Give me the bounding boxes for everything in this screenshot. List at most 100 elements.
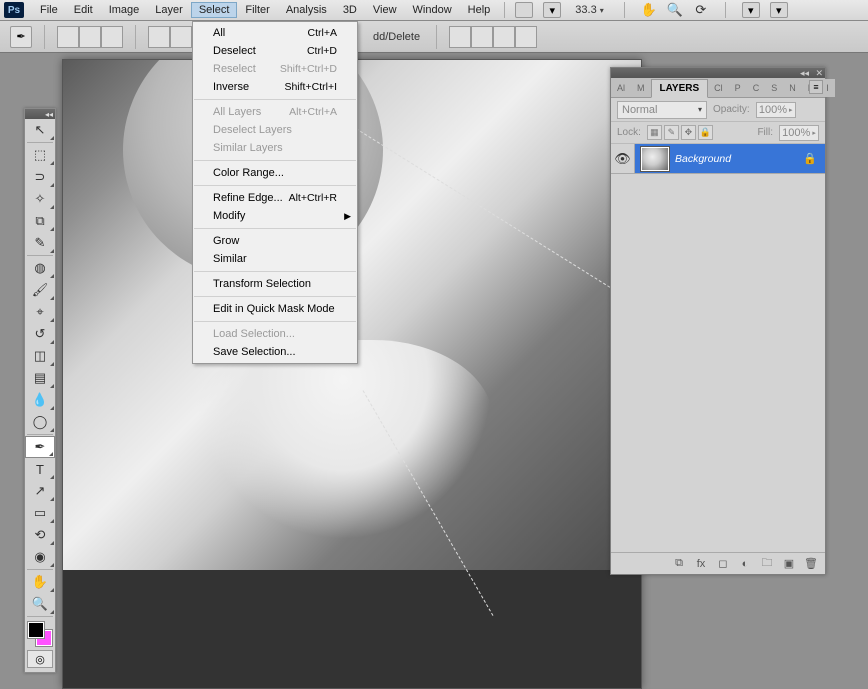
zoom-level[interactable]: 33.3 xyxy=(575,4,596,16)
opacity-value[interactable]: 100%▸ xyxy=(756,102,796,118)
menu-item-save-selection[interactable]: Save Selection... xyxy=(193,343,357,361)
menu-filter[interactable]: Filter xyxy=(237,2,277,18)
shape-layers-btn[interactable] xyxy=(57,26,79,48)
adjustment-layer-icon[interactable]: ◐ xyxy=(737,557,753,571)
delete-layer-icon[interactable]: 🗑 xyxy=(803,557,819,571)
foreground-color-swatch[interactable] xyxy=(28,622,44,638)
fill-value[interactable]: 100%▸ xyxy=(779,125,819,141)
layer-mask-icon[interactable]: ◻ xyxy=(715,557,731,571)
menu-3d[interactable]: 3D xyxy=(335,2,365,18)
menu-help[interactable]: Help xyxy=(460,2,499,18)
tool-rectangle[interactable]: ▭ xyxy=(25,502,55,524)
layer-style-icon[interactable]: fx xyxy=(693,557,709,571)
tool-move[interactable]: ↖ xyxy=(25,119,55,141)
tool-dodge[interactable]: ◯ xyxy=(25,411,55,433)
menu-file[interactable]: File xyxy=(32,2,66,18)
tool-pen[interactable]: ✒ xyxy=(25,436,55,458)
lock-position-icon[interactable]: ✥ xyxy=(681,125,696,140)
menu-item-inverse[interactable]: InverseShift+Ctrl+I xyxy=(193,78,357,96)
menu-edit[interactable]: Edit xyxy=(66,2,101,18)
menu-analysis[interactable]: Analysis xyxy=(278,2,335,18)
fill-pixels-btn[interactable] xyxy=(101,26,123,48)
arrange-icon[interactable]: ▾ xyxy=(742,2,760,18)
menu-item-modify[interactable]: Modify▶ xyxy=(193,207,357,225)
menu-view[interactable]: View xyxy=(365,2,405,18)
rotate-view-icon[interactable]: ⟳ xyxy=(693,2,709,18)
options-bar: ✒ dd/Delete xyxy=(0,21,868,53)
menu-item-deselect[interactable]: DeselectCtrl+D xyxy=(193,42,357,60)
menu-image[interactable]: Image xyxy=(101,2,148,18)
tool-crop[interactable]: ⧉ xyxy=(25,210,55,232)
tool-3d-orbit[interactable]: ◉ xyxy=(25,546,55,568)
tool-lasso[interactable]: ⊃ xyxy=(25,166,55,188)
menu-item-grow[interactable]: Grow xyxy=(193,232,357,250)
tool-eraser[interactable]: ◫ xyxy=(25,345,55,367)
quick-mask-toggle[interactable]: ◎ xyxy=(27,650,53,668)
menu-item-similar[interactable]: Similar xyxy=(193,250,357,268)
intersect-path-btn[interactable] xyxy=(493,26,515,48)
lock-transparency-icon[interactable]: ▦ xyxy=(647,125,662,140)
panel-tab-s[interactable]: S xyxy=(765,79,783,97)
lock-all-icon[interactable]: 🔒 xyxy=(698,125,713,140)
layer-row[interactable]: 👁 Background 🔒 xyxy=(611,144,825,174)
panel-titlebar[interactable]: ◂◂ ✕ xyxy=(611,68,825,78)
tool-zoom[interactable]: 🔍 xyxy=(25,593,55,615)
tool-gradient[interactable]: ▤ xyxy=(25,367,55,389)
panel-tab-p[interactable]: P xyxy=(729,79,747,97)
paths-btn[interactable] xyxy=(79,26,101,48)
tool-eyedropper[interactable]: ✎ xyxy=(25,232,55,254)
panel-footer: ⧉ fx ◻ ◐ 🗀 ▣ 🗑 xyxy=(611,552,825,574)
link-layers-icon[interactable]: ⧉ xyxy=(671,557,687,571)
subtract-path-btn[interactable] xyxy=(471,26,493,48)
lock-image-icon[interactable]: ✎ xyxy=(664,125,679,140)
tool-clone[interactable]: ⌖ xyxy=(25,301,55,323)
layers-list: 👁 Background 🔒 xyxy=(611,144,825,552)
menu-item-transform-selection[interactable]: Transform Selection xyxy=(193,275,357,293)
screen-mode-icon[interactable]: ▾ xyxy=(543,2,561,18)
menu-item-load-selection: Load Selection... xyxy=(193,325,357,343)
panel-tab-n[interactable]: N xyxy=(783,79,802,97)
tool-magic-wand[interactable]: ✧ xyxy=(25,188,55,210)
add-to-path-btn[interactable] xyxy=(449,26,471,48)
bridge-icon[interactable] xyxy=(515,2,533,18)
panel-menu-icon[interactable]: ≡ xyxy=(809,80,823,94)
panel-tab-m[interactable]: M xyxy=(631,79,651,97)
tool-hand[interactable]: ✋ xyxy=(25,571,55,593)
auto-add-delete-label: dd/Delete xyxy=(369,31,424,43)
group-icon[interactable]: 🗀 xyxy=(759,557,775,571)
toolbox-header[interactable]: ◂◂ xyxy=(25,109,55,119)
zoom-icon[interactable]: 🔍 xyxy=(667,2,683,18)
menu-item-color-range[interactable]: Color Range... xyxy=(193,164,357,182)
menu-window[interactable]: Window xyxy=(405,2,460,18)
menu-item-similar-layers: Similar Layers xyxy=(193,139,357,157)
tool-3d-rotate[interactable]: ⟲ xyxy=(25,524,55,546)
panel-tab-al[interactable]: Al xyxy=(611,79,631,97)
exclude-path-btn[interactable] xyxy=(515,26,537,48)
layers-panel: ◂◂ ✕ AlMLAYERSClPCSNHI≡ Normal▾ Opacity:… xyxy=(610,67,826,575)
tool-path-select[interactable]: ↗ xyxy=(25,480,55,502)
pen-btn[interactable] xyxy=(148,26,170,48)
panel-tab-layers[interactable]: LAYERS xyxy=(651,79,709,98)
tool-preset-picker[interactable]: ✒ xyxy=(10,26,32,48)
new-layer-icon[interactable]: ▣ xyxy=(781,557,797,571)
tool-blur[interactable]: 💧 xyxy=(25,389,55,411)
menu-select[interactable]: Select xyxy=(191,2,238,18)
tool-history-brush[interactable]: ↺ xyxy=(25,323,55,345)
visibility-eye-icon[interactable]: 👁 xyxy=(611,144,635,173)
blend-mode-select[interactable]: Normal▾ xyxy=(617,101,707,119)
panel-tab-cl[interactable]: Cl xyxy=(708,79,729,97)
workspace-icon[interactable]: ▾ xyxy=(770,2,788,18)
hand-icon[interactable]: ✋ xyxy=(641,2,657,18)
layer-name[interactable]: Background xyxy=(675,153,731,165)
menu-item-edit-in-quick-mask-mode[interactable]: Edit in Quick Mask Mode xyxy=(193,300,357,318)
panel-tab-c[interactable]: C xyxy=(747,79,766,97)
menu-layer[interactable]: Layer xyxy=(147,2,191,18)
tool-type[interactable]: T xyxy=(25,458,55,480)
freeform-pen-btn[interactable] xyxy=(170,26,192,48)
tool-marquee[interactable]: ⬚ xyxy=(25,144,55,166)
menu-item-all[interactable]: AllCtrl+A xyxy=(193,24,357,42)
tool-spot-heal[interactable]: ◍ xyxy=(25,257,55,279)
tool-brush[interactable]: 🖌 xyxy=(25,279,55,301)
layer-thumbnail[interactable] xyxy=(641,147,669,171)
menu-item-refine-edge[interactable]: Refine Edge...Alt+Ctrl+R xyxy=(193,189,357,207)
